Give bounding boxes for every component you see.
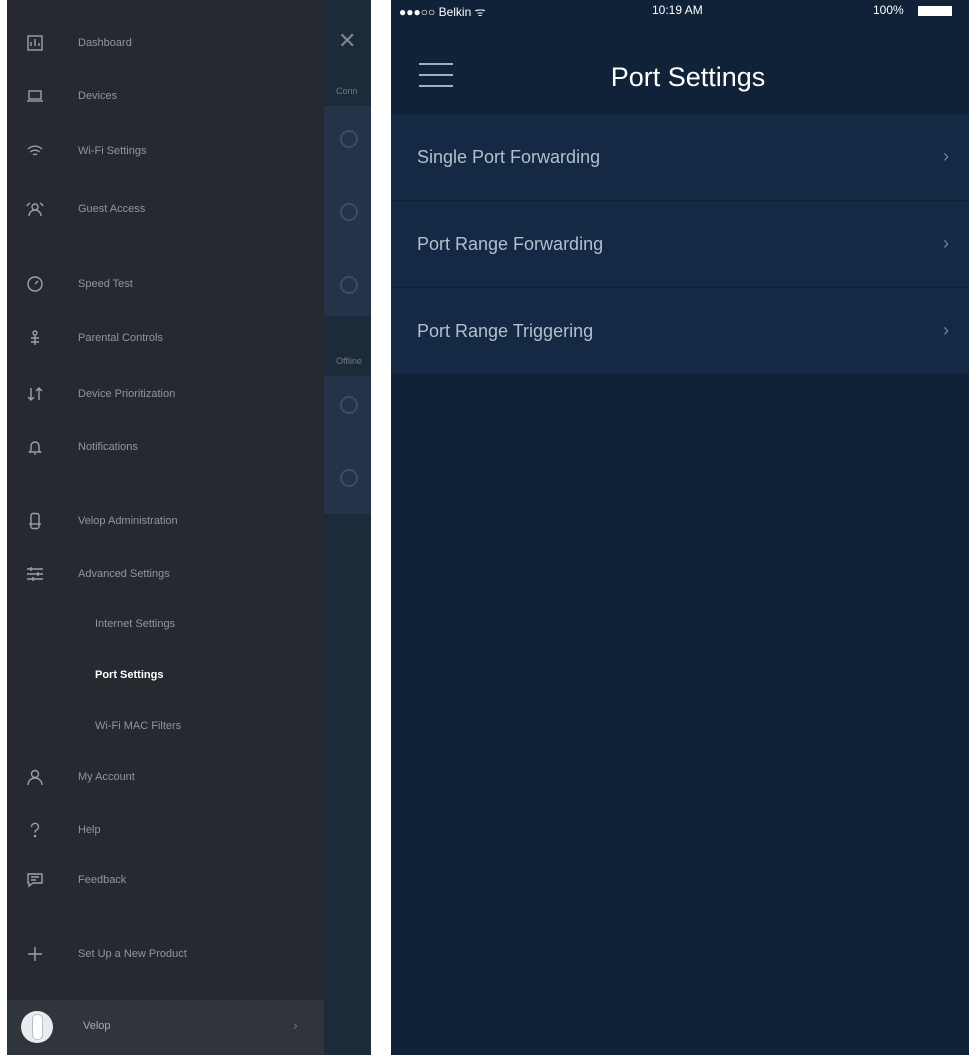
nav-subitem-port-settings[interactable]: Port Settings <box>7 655 324 695</box>
nav-subitem-internet-settings[interactable]: Internet Settings <box>7 604 324 644</box>
nav-item-label: Set Up a New Product <box>78 948 187 960</box>
row-label: Single Port Forwarding <box>417 147 601 167</box>
nav-item-label: My Account <box>78 771 135 783</box>
nav-item-label: Guest Access <box>78 203 146 215</box>
nav-item-dashboard[interactable]: Dashboard <box>7 23 324 63</box>
network-name: Velop <box>83 1020 111 1032</box>
chevron-right-icon: › <box>943 320 949 340</box>
velop-admin-icon <box>25 511 45 531</box>
battery-icon <box>918 6 952 16</box>
underlying-device-icon <box>340 276 358 294</box>
nav-subitem-label: Wi-Fi MAC Filters <box>95 720 182 732</box>
underlying-section-label: Offline <box>336 356 362 366</box>
guest-access-icon <box>25 199 45 219</box>
nav-item-guest-access[interactable]: Guest Access <box>7 189 324 229</box>
carrier-signal: ●●●○○ Belkin ᯤ <box>399 5 486 19</box>
account-icon <box>25 767 45 787</box>
nav-item-set-up-new-product[interactable]: Set Up a New Product <box>7 934 324 974</box>
nav-item-parental-controls[interactable]: Parental Controls <box>7 318 324 358</box>
single-port-forwarding-row[interactable]: Single Port Forwarding › <box>391 114 969 201</box>
status-bar: ●●●○○ Belkin ᯤ 10:19 AM 100% <box>391 0 969 22</box>
left-phone-screen: ✕ Conn Offline Dashboard Devices Wi-Fi S… <box>7 0 371 1055</box>
underlying-device-icon <box>340 130 358 148</box>
chevron-right-icon: › <box>943 146 949 166</box>
status-time: 10:19 AM <box>652 3 703 17</box>
row-label: Port Range Triggering <box>417 321 594 341</box>
prioritization-icon <box>25 384 45 404</box>
navigation-drawer: Dashboard Devices Wi-Fi Settings Guest A… <box>7 0 324 1055</box>
underlying-dashboard: ✕ Conn Offline <box>324 0 371 1055</box>
parental-controls-icon <box>25 328 45 348</box>
underlying-device-icon <box>340 396 358 414</box>
underlying-device-icon <box>340 469 358 487</box>
chevron-right-icon: › <box>943 233 949 253</box>
nav-item-label: Devices <box>78 90 118 102</box>
nav-item-speed-test[interactable]: Speed Test <box>7 264 324 304</box>
nav-item-feedback[interactable]: Feedback <box>7 860 324 900</box>
underlying-section-label: Conn <box>336 86 358 96</box>
wifi-icon <box>25 141 45 161</box>
page-title: Port Settings <box>610 62 766 92</box>
nav-subitem-label: Internet Settings <box>95 618 176 630</box>
right-phone-screen: ●●●○○ Belkin ᯤ 10:19 AM 100% Port Settin… <box>391 0 969 1055</box>
nav-item-label: Speed Test <box>78 278 133 290</box>
sliders-icon <box>25 564 45 584</box>
nav-item-help[interactable]: Help <box>7 810 324 850</box>
velop-node-icon <box>21 1011 53 1043</box>
row-label: Port Range Forwarding <box>417 234 604 254</box>
nav-item-my-account[interactable]: My Account <box>7 757 324 797</box>
nav-item-label: Wi-Fi Settings <box>78 145 147 157</box>
chevron-right-icon: › <box>293 1017 298 1033</box>
plus-icon <box>25 944 45 964</box>
nav-item-label: Dashboard <box>78 37 132 49</box>
nav-item-label: Help <box>78 824 101 836</box>
battery-percentage: 100% <box>873 3 904 17</box>
close-drawer-icon[interactable]: ✕ <box>338 30 356 52</box>
nav-item-devices[interactable]: Devices <box>7 76 324 116</box>
network-selector[interactable]: Velop › <box>7 1000 324 1055</box>
nav-item-label: Velop Administration <box>78 515 178 527</box>
nav-item-velop-administration[interactable]: Velop Administration <box>7 501 324 541</box>
nav-item-label: Feedback <box>78 874 127 886</box>
nav-item-label: Device Prioritization <box>78 388 176 400</box>
nav-subitem-wifi-mac-filters[interactable]: Wi-Fi MAC Filters <box>7 706 324 746</box>
nav-item-label: Notifications <box>78 441 138 453</box>
nav-item-label: Parental Controls <box>78 332 163 344</box>
underlying-device-icon <box>340 203 358 221</box>
help-icon <box>25 820 45 840</box>
feedback-icon <box>25 870 45 890</box>
dashboard-icon <box>25 33 45 53</box>
port-range-triggering-row[interactable]: Port Range Triggering › <box>391 288 969 375</box>
devices-icon <box>25 86 45 106</box>
nav-item-notifications[interactable]: Notifications <box>7 427 324 467</box>
bell-icon <box>25 437 45 457</box>
nav-item-device-prioritization[interactable]: Device Prioritization <box>7 374 324 414</box>
nav-item-label: Advanced Settings <box>78 568 170 580</box>
nav-item-wifi-settings[interactable]: Wi-Fi Settings <box>7 131 324 171</box>
port-range-forwarding-row[interactable]: Port Range Forwarding › <box>391 201 969 288</box>
nav-item-advanced-settings[interactable]: Advanced Settings <box>7 554 324 594</box>
nav-subitem-label: Port Settings <box>95 669 164 681</box>
speed-test-icon <box>25 274 45 294</box>
